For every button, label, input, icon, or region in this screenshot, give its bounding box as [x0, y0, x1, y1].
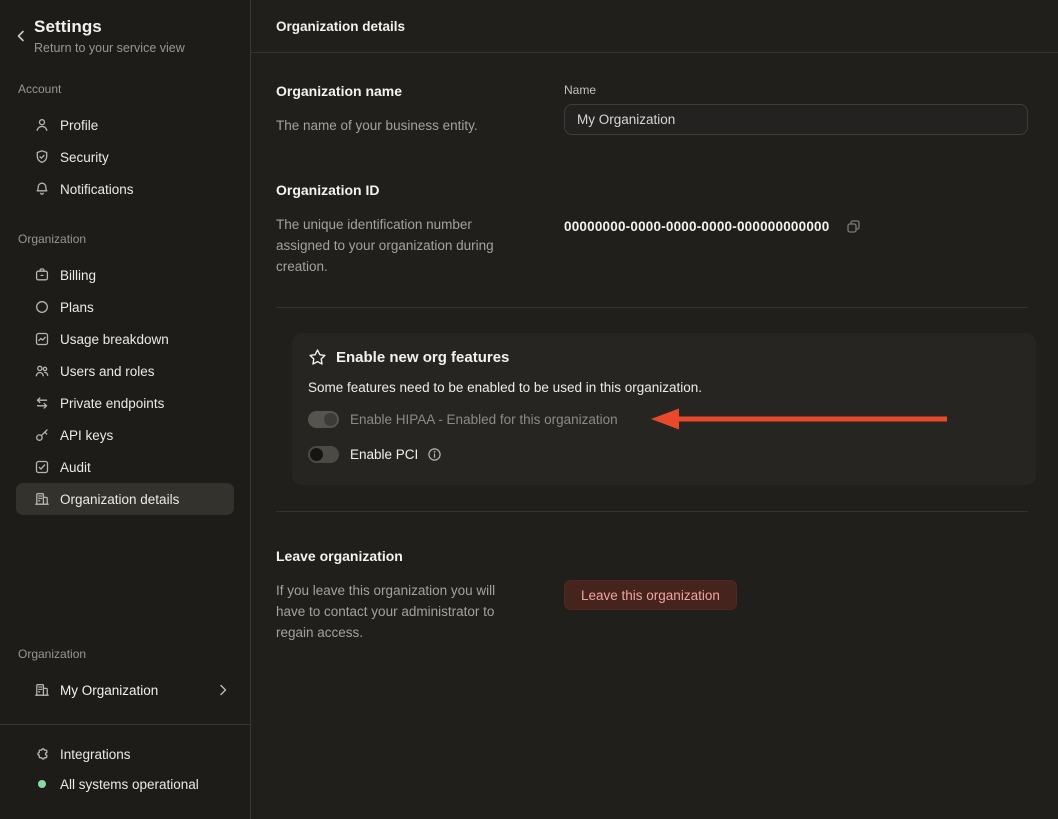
sidebar-item-label: Usage breakdown	[60, 332, 169, 347]
sidebar-item-users-and-roles[interactable]: Users and roles	[16, 355, 234, 387]
sidebar-item-label: API keys	[60, 428, 113, 443]
info-icon[interactable]	[427, 447, 442, 462]
sidebar-item-organization-details[interactable]: Organization details	[16, 483, 234, 515]
main-content: Organization name The name of your busin…	[251, 53, 1058, 643]
section-divider	[276, 307, 1028, 308]
org-name-description: The name of your business entity.	[276, 115, 526, 136]
section-divider	[276, 511, 1028, 512]
sidebar-item-label: Organization details	[60, 492, 179, 507]
audit-check-icon	[34, 459, 50, 475]
pci-toggle-row: Enable PCI	[308, 443, 1020, 465]
section-label-organization: Organization	[0, 232, 250, 246]
wallet-icon	[34, 267, 50, 283]
sidebar-item-label: Plans	[60, 300, 94, 315]
sidebar-item-usage-breakdown[interactable]: Usage breakdown	[16, 323, 234, 355]
leave-org-heading: Leave organization	[276, 548, 540, 564]
organization-name-input[interactable]	[564, 104, 1028, 135]
hipaa-toggle-row: Enable HIPAA - Enabled for this organiza…	[308, 408, 1020, 430]
building-icon	[34, 682, 50, 698]
sidebar-title: Settings	[34, 17, 185, 37]
chevron-left-icon[interactable]	[16, 30, 26, 42]
sidebar-item-label: Notifications	[60, 182, 134, 197]
organization-id-section: Organization ID The unique identificatio…	[276, 182, 1028, 277]
org-switcher-label: Organization	[0, 647, 250, 661]
org-id-heading: Organization ID	[276, 182, 540, 198]
chevron-right-icon	[218, 684, 228, 696]
sidebar-item-audit[interactable]: Audit	[16, 451, 234, 483]
sidebar-item-security[interactable]: Security	[16, 141, 234, 173]
status-label: All systems operational	[60, 777, 199, 792]
sidebar-item-billing[interactable]: Billing	[16, 259, 234, 291]
hipaa-toggle[interactable]	[308, 411, 339, 428]
shield-check-icon	[34, 149, 50, 165]
organization-nav: Billing Plans Usage breakdown Users and …	[16, 259, 234, 515]
sidebar-item-plans[interactable]: Plans	[16, 291, 234, 323]
sidebar-footer: Integrations All systems operational	[0, 725, 250, 819]
chart-icon	[34, 331, 50, 347]
circle-icon	[34, 299, 50, 315]
org-id-description: The unique identification number assigne…	[276, 214, 526, 277]
sidebar-item-label: Billing	[60, 268, 96, 283]
features-card-description: Some features need to be enabled to be u…	[308, 380, 1020, 395]
pci-toggle[interactable]	[308, 446, 339, 463]
main-panel: Organization details Organization name T…	[251, 0, 1058, 819]
sidebar-item-profile[interactable]: Profile	[16, 109, 234, 141]
hipaa-toggle-label: Enable HIPAA - Enabled for this organiza…	[350, 412, 618, 427]
user-icon	[34, 117, 50, 133]
settings-app: Settings Return to your service view Acc…	[0, 0, 1058, 819]
section-label-account: Account	[0, 82, 250, 96]
sidebar: Settings Return to your service view Acc…	[0, 0, 251, 819]
integrations-label: Integrations	[60, 747, 131, 762]
page-title: Organization details	[276, 19, 405, 34]
sidebar-item-label: Profile	[60, 118, 98, 133]
integrations-link[interactable]: Integrations	[16, 739, 234, 769]
sidebar-item-api-keys[interactable]: API keys	[16, 419, 234, 451]
org-switcher-value: My Organization	[60, 683, 158, 698]
leave-organization-button[interactable]: Leave this organization	[564, 580, 737, 610]
pci-toggle-label: Enable PCI	[350, 447, 418, 462]
sidebar-item-label: Private endpoints	[60, 396, 164, 411]
sidebar-item-label: Audit	[60, 460, 91, 475]
building-icon	[34, 491, 50, 507]
organization-id-value: 00000000-0000-0000-0000-000000000000	[564, 219, 829, 234]
org-switcher[interactable]: My Organization	[16, 674, 234, 706]
annotation-arrow-icon	[651, 406, 947, 432]
leave-org-description: If you leave this organization you will …	[276, 580, 526, 643]
star-icon	[308, 348, 327, 367]
puzzle-icon	[34, 746, 50, 762]
transfer-arrows-icon	[34, 395, 50, 411]
sidebar-item-label: Security	[60, 150, 109, 165]
sidebar-subtitle[interactable]: Return to your service view	[34, 41, 185, 55]
main-header: Organization details	[251, 0, 1058, 53]
features-card-title: Enable new org features	[336, 349, 509, 366]
sidebar-item-label: Users and roles	[60, 364, 155, 379]
name-field-label: Name	[564, 83, 1028, 97]
status-dot-icon	[38, 780, 46, 788]
enable-features-card: Enable new org features Some features ne…	[292, 333, 1036, 485]
copy-icon[interactable]	[845, 218, 862, 235]
sidebar-header: Settings Return to your service view	[0, 0, 250, 55]
users-icon	[34, 363, 50, 379]
sidebar-item-notifications[interactable]: Notifications	[16, 173, 234, 205]
organization-name-section: Organization name The name of your busin…	[276, 83, 1028, 136]
org-name-heading: Organization name	[276, 83, 540, 99]
sidebar-item-private-endpoints[interactable]: Private endpoints	[16, 387, 234, 419]
system-status-link[interactable]: All systems operational	[16, 769, 234, 799]
bell-icon	[34, 181, 50, 197]
key-icon	[34, 427, 50, 443]
leave-organization-section: Leave organization If you leave this org…	[276, 548, 1028, 643]
account-nav: Profile Security Notifications	[16, 109, 234, 205]
